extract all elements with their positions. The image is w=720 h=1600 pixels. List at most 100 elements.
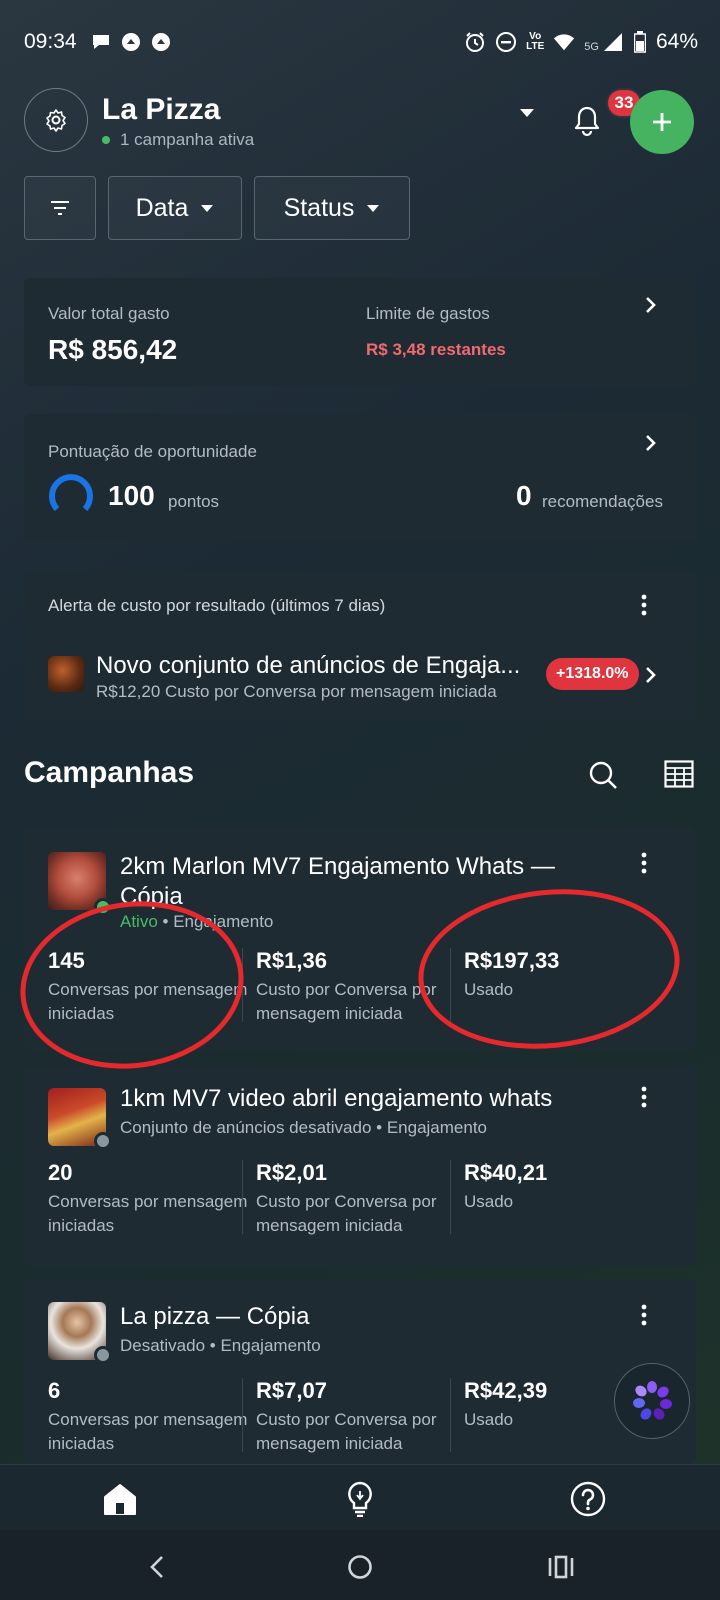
more-options-icon[interactable] [634, 1302, 654, 1328]
recommendations-label: recomendações [542, 492, 663, 511]
spend-summary-card[interactable]: Valor total gasto R$ 856,42 Limite de ga… [24, 278, 696, 386]
metric-label: Usado [464, 1192, 514, 1211]
network-type: 5G [584, 41, 599, 53]
table-grid-icon [664, 760, 694, 788]
nav-help[interactable] [568, 1479, 608, 1519]
caret-down-icon [367, 204, 380, 212]
wifi-icon [553, 31, 575, 53]
opportunity-score-label: Pontuação de oportunidade [48, 442, 257, 461]
chevron-right-icon[interactable] [642, 664, 660, 686]
notifications-button[interactable] [564, 98, 610, 144]
campaign-card[interactable]: 2km Marlon MV7 Engajamento Whats — Cópia… [24, 826, 696, 1050]
page-title: La Pizza [102, 93, 221, 126]
metric-spent: R$197,33 Usado [464, 948, 664, 1002]
alert-ad-set-name[interactable]: Novo conjunto de anúncios de Engaja... [96, 652, 536, 680]
metric-label: Custo por Conversa por mensagem iniciada [256, 1192, 437, 1235]
active-campaigns-text: 1 campanha ativa [120, 130, 255, 149]
account-switcher-dropdown[interactable] [512, 100, 542, 126]
ad-set-thumbnail [48, 656, 84, 692]
recents-button[interactable] [546, 1552, 576, 1582]
filter-bar: Data Status [24, 176, 410, 240]
gear-icon [46, 109, 66, 132]
status-system-icons: Vo LTE 5G 64% [464, 30, 698, 54]
date-filter-dropdown[interactable]: Data [108, 176, 242, 240]
lightbulb-icon [348, 1481, 372, 1517]
back-button[interactable] [142, 1552, 172, 1582]
chevron-right-icon [642, 294, 660, 316]
total-spent-label: Valor total gasto [48, 304, 170, 323]
ai-assistant-button[interactable] [614, 1363, 690, 1439]
metric-divider [242, 948, 243, 1022]
metric-value: 20 [48, 1160, 73, 1185]
metric-results: 6 Conversas por mensagem iniciadas [48, 1378, 248, 1456]
opportunity-score-card[interactable]: Pontuação de oportunidade 100 pontos 0 r… [24, 414, 696, 542]
home-icon [104, 1484, 136, 1515]
more-options-icon[interactable] [634, 592, 654, 618]
plus-icon [653, 113, 671, 131]
search-campaigns-button[interactable] [588, 760, 620, 792]
battery-percent: 64% [655, 30, 698, 53]
battery-icon [633, 31, 647, 53]
filter-lines-icon [51, 201, 69, 215]
metric-value: R$40,21 [464, 1160, 548, 1185]
campaign-name: 2km Marlon MV7 Engajamento Whats — Cópia [120, 853, 555, 910]
status-filter-label: Status [283, 193, 355, 222]
metric-divider [450, 948, 451, 1022]
spending-limit-remaining: R$ 3,48 restantes [366, 340, 506, 359]
more-options-icon[interactable] [634, 850, 654, 876]
create-campaign-button[interactable] [630, 90, 694, 154]
metric-label: Custo por Conversa por mensagem iniciada [256, 980, 437, 1023]
campaign-objective: • Engajamento [209, 1336, 321, 1355]
campaign-status-dot [94, 898, 112, 916]
alarm-icon [464, 31, 486, 53]
nav-insights[interactable] [340, 1479, 380, 1519]
filter-button[interactable] [24, 176, 96, 240]
metric-value: 145 [48, 948, 85, 973]
campaign-name: La pizza — Cópia [120, 1303, 310, 1330]
metric-divider [242, 1378, 243, 1452]
bell-icon [574, 106, 600, 137]
campaign-card[interactable]: La pizza — Cópia Desativado • Engajament… [24, 1280, 696, 1464]
metric-label: Conversas por mensagem iniciadas [48, 1192, 248, 1235]
app-header: La Pizza 1 campanha ativa 33 [24, 88, 696, 154]
settings-button[interactable] [24, 88, 88, 152]
status-notification-icons [90, 31, 172, 53]
volte-icon: Vo LTE [526, 31, 545, 52]
chat-bubble-icon [90, 31, 112, 53]
metric-divider [242, 1160, 243, 1234]
signal-icon [602, 31, 624, 53]
home-button[interactable] [345, 1552, 375, 1582]
caret-down-icon [520, 109, 534, 117]
campaign-status-line: Conjunto de anúncios desativado • Engaja… [120, 1118, 487, 1138]
metric-cost-per-result: R$7,07 Custo por Conversa por mensagem i… [256, 1378, 456, 1456]
ai-sparkle-icon [633, 1381, 672, 1420]
table-view-button[interactable] [664, 760, 696, 792]
cost-increase-badge: +1318.0% [546, 658, 639, 690]
status-filter-dropdown[interactable]: Status [254, 176, 410, 240]
metric-value: R$197,33 [464, 948, 560, 973]
campaign-objective: • Engajamento [376, 1118, 487, 1137]
spending-limit-label: Limite de gastos [366, 304, 490, 323]
campaigns-section-title: Campanhas [24, 756, 195, 789]
more-options-icon[interactable] [634, 1084, 654, 1110]
cost-alert-title: Alerta de custo por resultado (últimos 7… [48, 596, 386, 615]
date-filter-label: Data [135, 193, 189, 222]
metric-value: R$7,07 [256, 1378, 327, 1403]
campaign-status: Ativo [120, 912, 158, 931]
campaign-status-line: Ativo • Engajamento [120, 912, 273, 932]
active-status-dot [102, 136, 110, 144]
metric-label: Conversas por mensagem iniciadas [48, 1410, 248, 1453]
metric-label: Usado [464, 980, 514, 999]
metric-results: 20 Conversas por mensagem iniciadas [48, 1160, 248, 1238]
campaign-card[interactable]: 1km MV7 video abril engajamento whats Co… [24, 1066, 696, 1266]
app-notification-icon [120, 31, 142, 53]
cost-alert-card: Alerta de custo por resultado (últimos 7… [24, 570, 696, 720]
campaign-status: Desativado [120, 1336, 206, 1355]
total-spent-value: R$ 856,42 [48, 334, 178, 365]
metric-label: Conversas por mensagem iniciadas [48, 980, 248, 1023]
campaign-status-dot [94, 1346, 112, 1364]
opportunity-score-unit: pontos [168, 492, 220, 511]
campaign-status-line: Desativado • Engajamento [120, 1336, 321, 1356]
nav-home[interactable] [100, 1479, 140, 1519]
metric-cost-per-result: R$2,01 Custo por Conversa por mensagem i… [256, 1160, 456, 1238]
